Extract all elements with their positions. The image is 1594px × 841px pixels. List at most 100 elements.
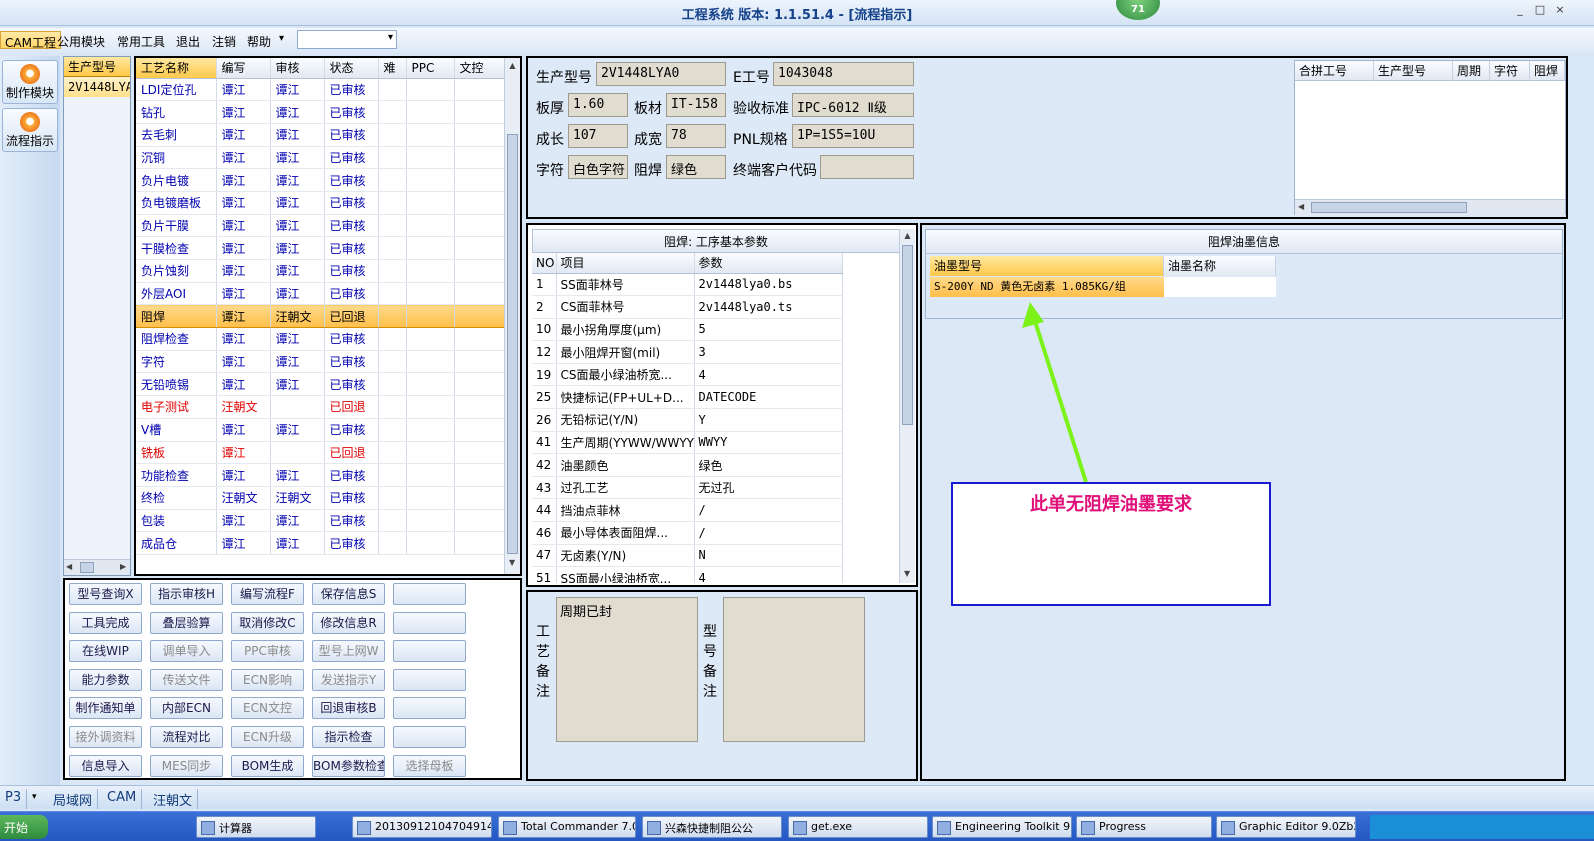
process-row[interactable]: 终检 汪朝文 汪朝文 已审核 [136, 486, 505, 510]
process-cell-empty[interactable] [454, 463, 505, 487]
process-cell-name[interactable]: 无铅喷锡 [136, 372, 217, 397]
process-cell-empty[interactable] [406, 486, 455, 510]
process-remark-field[interactable]: 周期已封 [556, 597, 698, 742]
task-graphic-editor[interactable]: Graphic Editor 9.0Zb2 [1216, 816, 1356, 838]
process-cell-reviewer[interactable]: 谭江 [270, 123, 325, 147]
parameter-no[interactable]: 47 [532, 544, 557, 568]
function-button[interactable]: 叠层验算 [150, 611, 223, 634]
scroll-up-icon[interactable]: ▲ [505, 61, 520, 70]
process-cell-writer[interactable]: 谭江 [216, 327, 271, 351]
scroll-up-icon[interactable]: ▲ [900, 231, 915, 240]
parameter-row[interactable]: 1 SS面菲林号 2v1448lya0.bs [532, 273, 843, 297]
process-cell-writer[interactable]: 谭江 [216, 509, 271, 533]
process-cell-reviewer[interactable]: 谭江 [270, 418, 325, 442]
combine-header[interactable]: 阻焊 [1530, 61, 1565, 81]
scroll-thumb[interactable] [902, 245, 913, 425]
process-cell-empty[interactable] [406, 123, 455, 147]
process-row[interactable]: V槽 谭江 谭江 已审核 [136, 418, 505, 442]
pnl-field[interactable]: 1P=1S5=10U [792, 124, 914, 148]
process-row[interactable]: 成品仓 谭江 谭江 已审核 [136, 531, 505, 555]
parameter-value[interactable]: / [694, 521, 843, 545]
process-cell-reviewer[interactable]: 谭江 [270, 146, 325, 170]
process-cell-writer[interactable]: 谭江 [216, 463, 271, 487]
scroll-thumb[interactable] [80, 562, 94, 573]
task-engineering-toolkit[interactable]: Engineering Toolkit 9 [932, 816, 1072, 838]
function-button[interactable]: 指示审核H [150, 583, 223, 605]
parameter-value[interactable]: / [694, 498, 843, 523]
process-row[interactable]: 外层AOI 谭江 谭江 已审核 [136, 282, 505, 306]
process-cell-empty[interactable] [378, 350, 407, 374]
process-cell-empty[interactable] [406, 146, 455, 170]
process-cell-reviewer[interactable]: 谭江 [270, 282, 325, 306]
combine-header[interactable]: 字符 [1490, 61, 1530, 81]
parameter-value[interactable]: 2v1448lya0.bs [694, 273, 843, 297]
parameter-row[interactable]: 10 最小拐角厚度(μm) 5 [532, 318, 843, 342]
process-cell-empty[interactable] [454, 372, 505, 397]
process-cell-empty[interactable] [454, 304, 505, 329]
menu-cam[interactable]: CAM工程 [0, 31, 61, 50]
model-list-item[interactable]: 2V1448LYA [64, 77, 130, 97]
scroll-down-icon[interactable]: ▼ [904, 569, 910, 578]
function-button[interactable]: MES同步 [150, 754, 223, 777]
menu-exit[interactable]: 退出 [172, 31, 204, 49]
process-row[interactable]: 负片干膜 谭江 谭江 已审核 [136, 214, 505, 238]
process-cell-reviewer[interactable]: 谭江 [270, 372, 325, 397]
parameter-no[interactable]: 51 [532, 566, 557, 583]
parameter-item[interactable]: 油墨颜色 [556, 453, 695, 477]
minimize-button[interactable]: _ [1512, 3, 1528, 19]
process-cell-status[interactable]: 已审核 [324, 214, 379, 238]
function-button[interactable]: 能力参数 [69, 668, 142, 691]
process-cell-name[interactable]: 负电镀磨板 [136, 191, 217, 215]
process-cell-writer[interactable]: 谭江 [216, 191, 271, 215]
ink-header-name[interactable]: 油墨名称 [1164, 256, 1276, 276]
process-cell-name[interactable]: 负片电镀 [136, 168, 217, 192]
process-cell-empty[interactable] [378, 259, 407, 283]
process-cell-empty[interactable] [378, 146, 407, 170]
width-field[interactable]: 78 [666, 124, 726, 148]
process-cell-empty[interactable] [454, 531, 505, 555]
process-cell-writer[interactable]: 谭江 [216, 259, 271, 283]
parameter-item[interactable]: CS面最小绿油桥宽... [556, 363, 695, 387]
process-row[interactable]: 负片电镀 谭江 谭江 已审核 [136, 168, 505, 192]
parameter-value[interactable]: 4 [694, 566, 843, 583]
status-dropdown-icon[interactable]: ▾ [32, 792, 37, 802]
process-cell-status[interactable]: 已审核 [324, 236, 379, 260]
process-cell-name[interactable]: 外层AOI [136, 282, 217, 306]
process-row[interactable]: 功能检查 谭江 谭江 已审核 [136, 463, 505, 487]
parameter-no[interactable]: 10 [532, 318, 557, 342]
process-cell-name[interactable]: 沉铜 [136, 146, 217, 170]
parameter-no[interactable]: 25 [532, 385, 557, 410]
process-row[interactable]: 阻焊检查 谭江 谭江 已审核 [136, 327, 505, 351]
parameter-value[interactable]: WWYY [694, 431, 843, 455]
menu-help[interactable]: 帮助 [243, 31, 275, 49]
process-cell-name[interactable]: 电子测试 [136, 395, 217, 419]
combine-header[interactable]: 合拼工号 [1295, 61, 1374, 81]
parameter-column-header[interactable]: 项目 [556, 253, 695, 274]
process-cell-empty[interactable] [454, 327, 505, 351]
process-cell-empty[interactable] [378, 372, 407, 397]
function-button[interactable]: PPC审核 [231, 640, 304, 663]
function-button[interactable]: 保存信息S [312, 583, 385, 605]
process-cell-name[interactable]: 功能检查 [136, 463, 217, 487]
parameter-value[interactable]: 4 [694, 363, 843, 387]
task-calculator[interactable]: 计算器 [196, 816, 316, 838]
process-cell-writer[interactable]: 谭江 [216, 123, 271, 147]
start-button[interactable]: 开始 [0, 815, 48, 839]
process-cell-empty[interactable] [406, 259, 455, 283]
parameter-row[interactable]: 12 最小阻焊开窗(mil) 3 [532, 340, 843, 364]
process-column-header[interactable]: 状态 [324, 58, 379, 79]
process-cell-empty[interactable] [406, 304, 455, 329]
process-cell-writer[interactable]: 谭江 [216, 418, 271, 442]
parameter-value[interactable]: N [694, 544, 843, 568]
process-cell-status[interactable]: 已审核 [324, 123, 379, 147]
parameter-value[interactable]: Y [694, 408, 843, 432]
eno-field[interactable]: 1043048 [773, 62, 914, 86]
process-cell-empty[interactable] [406, 372, 455, 397]
parameter-row[interactable]: 25 快捷标记(FP+UL+D... DATECODE [532, 385, 843, 410]
process-cell-name[interactable]: 包装 [136, 509, 217, 533]
function-button[interactable]: 工具完成 [69, 611, 142, 634]
parameter-row[interactable]: 43 过孔工艺 无过孔 [532, 476, 843, 500]
process-cell-writer[interactable]: 谭江 [216, 146, 271, 170]
menu-tools[interactable]: 常用工具 [113, 31, 169, 49]
process-cell-empty[interactable] [454, 509, 505, 533]
